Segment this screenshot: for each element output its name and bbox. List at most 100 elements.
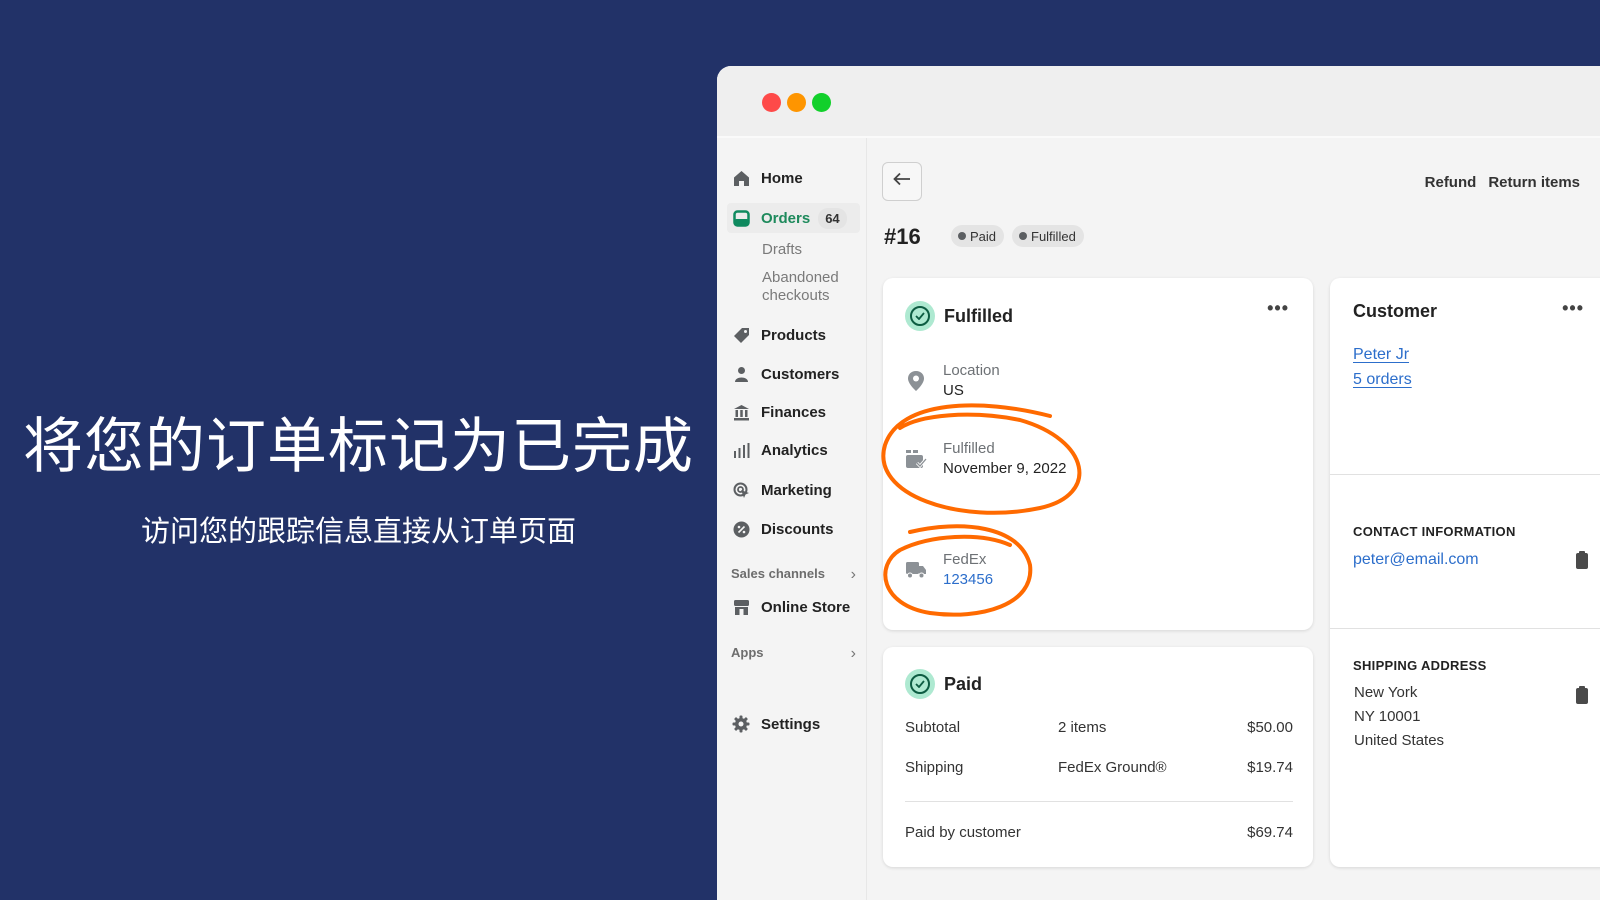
return-items-button[interactable]: Return items (1488, 174, 1580, 191)
fulfilled-label: Fulfilled (943, 440, 995, 457)
discount-icon (731, 519, 751, 539)
arrow-left-icon (893, 172, 911, 191)
shipping-row: Shipping FedEx Ground® $19.74 (905, 759, 1293, 776)
subtotal-row: Subtotal 2 items $50.00 (905, 719, 1293, 736)
total-row: Paid by customer $69.74 (905, 824, 1293, 841)
home-icon (731, 168, 751, 188)
fulfilled-date: November 9, 2022 (943, 460, 1067, 477)
order-number: #16 (884, 224, 921, 249)
carrier-name: FedEx (943, 551, 987, 568)
close-window-button[interactable] (762, 93, 781, 112)
row-label: Paid by customer (905, 824, 1021, 841)
fulfillment-card-title: Fulfilled (905, 301, 1013, 331)
delivery-truck-icon (905, 561, 927, 579)
card-title-text: Paid (944, 673, 983, 694)
row-amount: $50.00 (1247, 719, 1293, 736)
divider (905, 801, 1293, 802)
maximize-window-button[interactable] (812, 93, 831, 112)
address-line: New York (1354, 684, 1418, 701)
customer-name-link[interactable]: Peter Jr (1353, 346, 1409, 364)
sidebar-item-label: Online Store (761, 598, 851, 616)
chevron-right-icon: › (850, 566, 856, 583)
orders-count-badge: 64 (818, 207, 847, 229)
contact-information-heading: CONTACT INFORMATION (1353, 524, 1516, 539)
card-title-text: Fulfilled (944, 305, 1013, 326)
promo-subheadline: 访问您的跟踪信息直接从订单页面 (140, 514, 576, 548)
sidebar-subitem-abandoned-checkouts[interactable]: Abandoned checkouts (762, 269, 852, 305)
sidebar-item-analytics[interactable]: Analytics (727, 435, 860, 465)
sidebar-item-products[interactable]: Products (727, 320, 860, 350)
row-detail: FedEx Ground® (1058, 759, 1167, 776)
row-label: Subtotal (905, 719, 961, 736)
sidebar-item-customers[interactable]: Customers (727, 359, 860, 389)
address-line: United States (1354, 732, 1445, 749)
sidebar-item-label: Orders (761, 209, 811, 227)
sidebar: Home Orders 64 Drafts Abandoned checkout… (717, 138, 867, 900)
order-detail: Refund Return items #16 Paid Fulfilled F… (867, 138, 1600, 900)
clipboard-icon[interactable] (1576, 686, 1588, 704)
app-window: Home Orders 64 Drafts Abandoned checkout… (717, 66, 1600, 900)
target-cursor-icon (731, 480, 751, 500)
payment-card: Paid Subtotal 2 items $50.00 Shipping Fe… (883, 647, 1313, 867)
location-label: Location (943, 362, 1000, 379)
status-badge-label: Paid (970, 228, 997, 244)
sidebar-item-label: Products (761, 326, 827, 344)
sidebar-item-label: Customers (761, 365, 840, 383)
check-circle-icon (905, 301, 935, 331)
bank-icon (731, 402, 751, 422)
sidebar-item-orders[interactable]: Orders 64 (727, 203, 860, 233)
sidebar-item-label: Discounts (761, 520, 834, 538)
apps-label: Apps (731, 645, 764, 660)
customer-orders-link[interactable]: 5 orders (1353, 371, 1412, 389)
fulfillment-card: Fulfilled ••• Location US Fulfilled Novemb… (883, 278, 1313, 630)
status-badge-label: Fulfilled (1031, 228, 1076, 244)
storefront-icon (731, 597, 751, 617)
location-pin-icon (905, 370, 927, 392)
sidebar-item-finances[interactable]: Finances (727, 397, 860, 427)
sidebar-item-discounts[interactable]: Discounts (727, 514, 860, 544)
row-amount: $69.74 (1247, 824, 1293, 841)
order-actions: Refund Return items (1425, 174, 1580, 191)
sidebar-item-home[interactable]: Home (727, 163, 860, 193)
row-amount: $19.74 (1247, 759, 1293, 776)
status-dot (958, 232, 966, 240)
bar-chart-icon (731, 440, 751, 460)
customer-card: Customer ••• Peter Jr 5 orders CONTACT I… (1330, 278, 1600, 867)
address-line: NY 10001 (1354, 708, 1421, 725)
status-badge-paid: Paid (951, 225, 1005, 247)
tracking-number-link[interactable]: 123456 (943, 571, 993, 588)
sidebar-item-label: Home (761, 169, 803, 187)
row-detail: 2 items (1058, 719, 1107, 736)
status-dot (1019, 232, 1027, 240)
sidebar-apps[interactable]: Apps › (731, 645, 856, 663)
divider (1330, 628, 1600, 629)
sidebar-item-settings[interactable]: Settings (727, 709, 860, 739)
shipping-address-heading: SHIPPING ADDRESS (1353, 658, 1487, 673)
orders-icon (731, 208, 751, 228)
sidebar-item-label: Finances (761, 403, 827, 421)
sidebar-item-online-store[interactable]: Online Store (727, 592, 860, 622)
back-button[interactable] (882, 162, 922, 201)
person-icon (731, 364, 751, 384)
refund-button[interactable]: Refund (1425, 174, 1477, 191)
promo-panel: 将您的订单标记为已完成 访问您的跟踪信息直接从订单页面 (0, 0, 717, 900)
customer-email-link[interactable]: peter@email.com (1353, 551, 1479, 569)
more-options-icon[interactable]: ••• (1562, 298, 1584, 319)
sidebar-sales-channels[interactable]: Sales channels › (731, 566, 856, 584)
sidebar-item-marketing[interactable]: Marketing (727, 475, 860, 505)
tag-icon (731, 325, 751, 345)
fulfilled-date-row: Fulfilled November 9, 2022 (905, 440, 1066, 477)
location-value: US (943, 382, 964, 399)
payment-card-title: Paid (905, 669, 982, 699)
clipboard-icon[interactable] (1576, 551, 1588, 569)
sidebar-subitem-drafts[interactable]: Drafts (762, 241, 802, 259)
window-titlebar (717, 66, 1600, 138)
sidebar-item-label: Analytics (761, 441, 828, 459)
sidebar-item-label: Marketing (761, 481, 832, 499)
minimize-window-button[interactable] (787, 93, 806, 112)
shipping-address: New York NY 10001 United States (1354, 681, 1444, 753)
more-options-icon[interactable]: ••• (1267, 298, 1289, 319)
divider (1330, 474, 1600, 475)
chevron-right-icon: › (850, 645, 856, 662)
row-label: Shipping (905, 759, 964, 776)
